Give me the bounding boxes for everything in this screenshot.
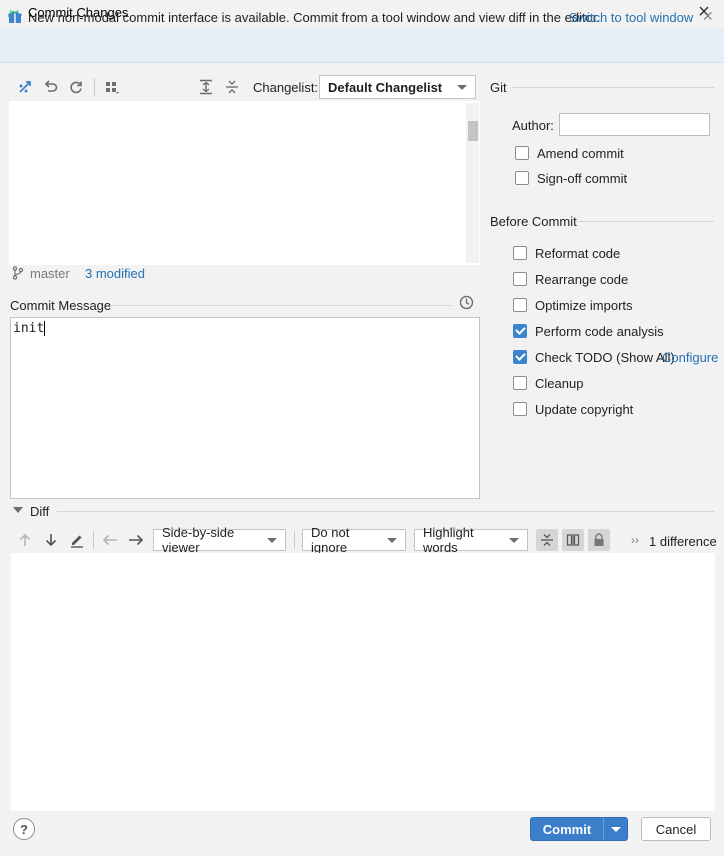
before-commit-title: Before Commit: [490, 214, 577, 229]
checkbox-label: Cleanup: [535, 375, 584, 391]
checkbox-label: Optimize imports: [535, 297, 633, 313]
section-divider: [57, 511, 714, 512]
gift-icon: [8, 11, 22, 23]
git-section-title: Git: [490, 80, 507, 95]
commit-button[interactable]: Commit: [530, 817, 628, 841]
rollback-icon[interactable]: [42, 78, 60, 96]
branch-icon: [12, 266, 24, 280]
changelist-label: Changelist:: [253, 80, 319, 95]
whitespace-ignore-select[interactable]: Do not ignore: [302, 525, 406, 555]
group-by-icon[interactable]: [103, 78, 121, 96]
expand-all-icon[interactable]: [197, 78, 215, 96]
more-actions-icon[interactable]: ››: [631, 533, 639, 547]
banner-close-icon[interactable]: ✕: [702, 8, 714, 25]
perform-code-analysis-checkbox[interactable]: Perform code analysis: [513, 322, 664, 340]
checkbox-box[interactable]: [515, 146, 529, 160]
sign-off-commit-checkbox[interactable]: Sign-off commit: [515, 169, 627, 187]
checkbox-label: Amend commit: [537, 145, 624, 161]
changes-tree[interactable]: [9, 101, 480, 265]
difference-count: 1 difference: [649, 534, 717, 549]
toolbar-separator: [294, 531, 295, 549]
next-difference-icon[interactable]: [42, 531, 60, 549]
show-diff-icon[interactable]: [16, 78, 34, 96]
notification-banner: [0, 27, 724, 63]
checkbox-box[interactable]: [513, 324, 527, 338]
checkbox-box[interactable]: [513, 350, 527, 364]
edit-source-icon[interactable]: [68, 531, 86, 549]
forward-arrow-icon[interactable]: [127, 531, 145, 549]
help-button[interactable]: ?: [13, 818, 35, 840]
changelist-select[interactable]: Default Changelist: [319, 75, 476, 99]
reformat-code-checkbox[interactable]: Reformat code: [513, 244, 620, 262]
checkbox-box[interactable]: [513, 298, 527, 312]
commit-button-label[interactable]: Commit: [531, 818, 603, 840]
previous-difference-icon[interactable]: [16, 531, 34, 549]
diff-section-title: Diff: [30, 504, 50, 519]
modified-count-link[interactable]: 3 modified: [85, 266, 145, 281]
checkbox-label: Rearrange code: [535, 271, 629, 287]
checkbox-box[interactable]: [515, 171, 529, 185]
back-arrow-icon[interactable]: [101, 531, 119, 549]
chevron-down-icon: [387, 538, 397, 543]
amend-commit-checkbox[interactable]: Amend commit: [515, 144, 624, 162]
configure-todo-link[interactable]: Configure: [662, 350, 718, 365]
section-divider: [512, 87, 714, 88]
checkbox-label: Reformat code: [535, 245, 621, 261]
sync-scroll-icon[interactable]: [562, 529, 584, 551]
highlight-mode-value: Highlight words: [423, 525, 474, 555]
checkbox-label: Check TODO (Show All): [535, 349, 675, 365]
checkbox-box[interactable]: [513, 272, 527, 286]
commit-message-label: Commit Message: [10, 298, 112, 313]
chevron-down-icon: [267, 538, 277, 543]
chevron-down-icon: [457, 85, 467, 90]
update-copyright-checkbox[interactable]: Update copyright: [513, 400, 633, 418]
check-todo-checkbox[interactable]: Check TODO (Show All): [513, 348, 675, 366]
checkbox-label: Sign-off commit: [537, 170, 628, 186]
rearrange-code-checkbox[interactable]: Rearrange code: [513, 270, 628, 288]
text-caret: [44, 321, 46, 336]
switch-to-tool-window-link[interactable]: Switch to tool window: [569, 10, 693, 25]
diff-viewer-panel[interactable]: [11, 553, 715, 811]
whitespace-ignore-value: Do not ignore: [311, 525, 350, 555]
author-input[interactable]: [559, 113, 710, 136]
history-clock-icon[interactable]: [459, 295, 474, 310]
viewer-mode-select[interactable]: Side-by-side viewer: [153, 525, 286, 555]
commit-options-dropdown[interactable]: [603, 818, 627, 840]
checkbox-box[interactable]: [513, 402, 527, 416]
lock-icon[interactable]: [588, 529, 610, 551]
toolbar-separator: [94, 78, 95, 96]
checkbox-box[interactable]: [513, 246, 527, 260]
toolbar-separator: [93, 531, 94, 549]
viewer-mode-value: Side-by-side viewer: [162, 525, 235, 555]
checkbox-label: Perform code analysis: [535, 323, 664, 339]
refresh-icon[interactable]: [67, 78, 85, 96]
cleanup-checkbox[interactable]: Cleanup: [513, 374, 583, 392]
changelist-value: Default Changelist: [328, 79, 443, 95]
chevron-down-icon: [610, 826, 621, 832]
diff-collapse-chevron-icon[interactable]: [13, 507, 23, 513]
changes-scrollbar-thumb[interactable]: [468, 121, 478, 141]
collapse-all-icon[interactable]: [223, 78, 241, 96]
collapse-unchanged-icon[interactable]: [536, 529, 558, 551]
checkbox-box[interactable]: [513, 376, 527, 390]
cancel-button[interactable]: Cancel: [641, 817, 711, 841]
highlight-mode-select[interactable]: Highlight words: [414, 525, 528, 555]
banner-text: New non-modal commit interface is availa…: [28, 10, 601, 25]
optimize-imports-checkbox[interactable]: Optimize imports: [513, 296, 633, 314]
branch-name: master: [30, 266, 70, 281]
section-divider: [110, 305, 452, 306]
author-label: Author:: [512, 118, 554, 133]
checkbox-label: Update copyright: [535, 401, 634, 417]
commit-message-text: init: [13, 321, 45, 336]
section-divider: [577, 221, 714, 222]
chevron-down-icon: [509, 538, 519, 543]
commit-message-input[interactable]: init: [10, 317, 480, 499]
